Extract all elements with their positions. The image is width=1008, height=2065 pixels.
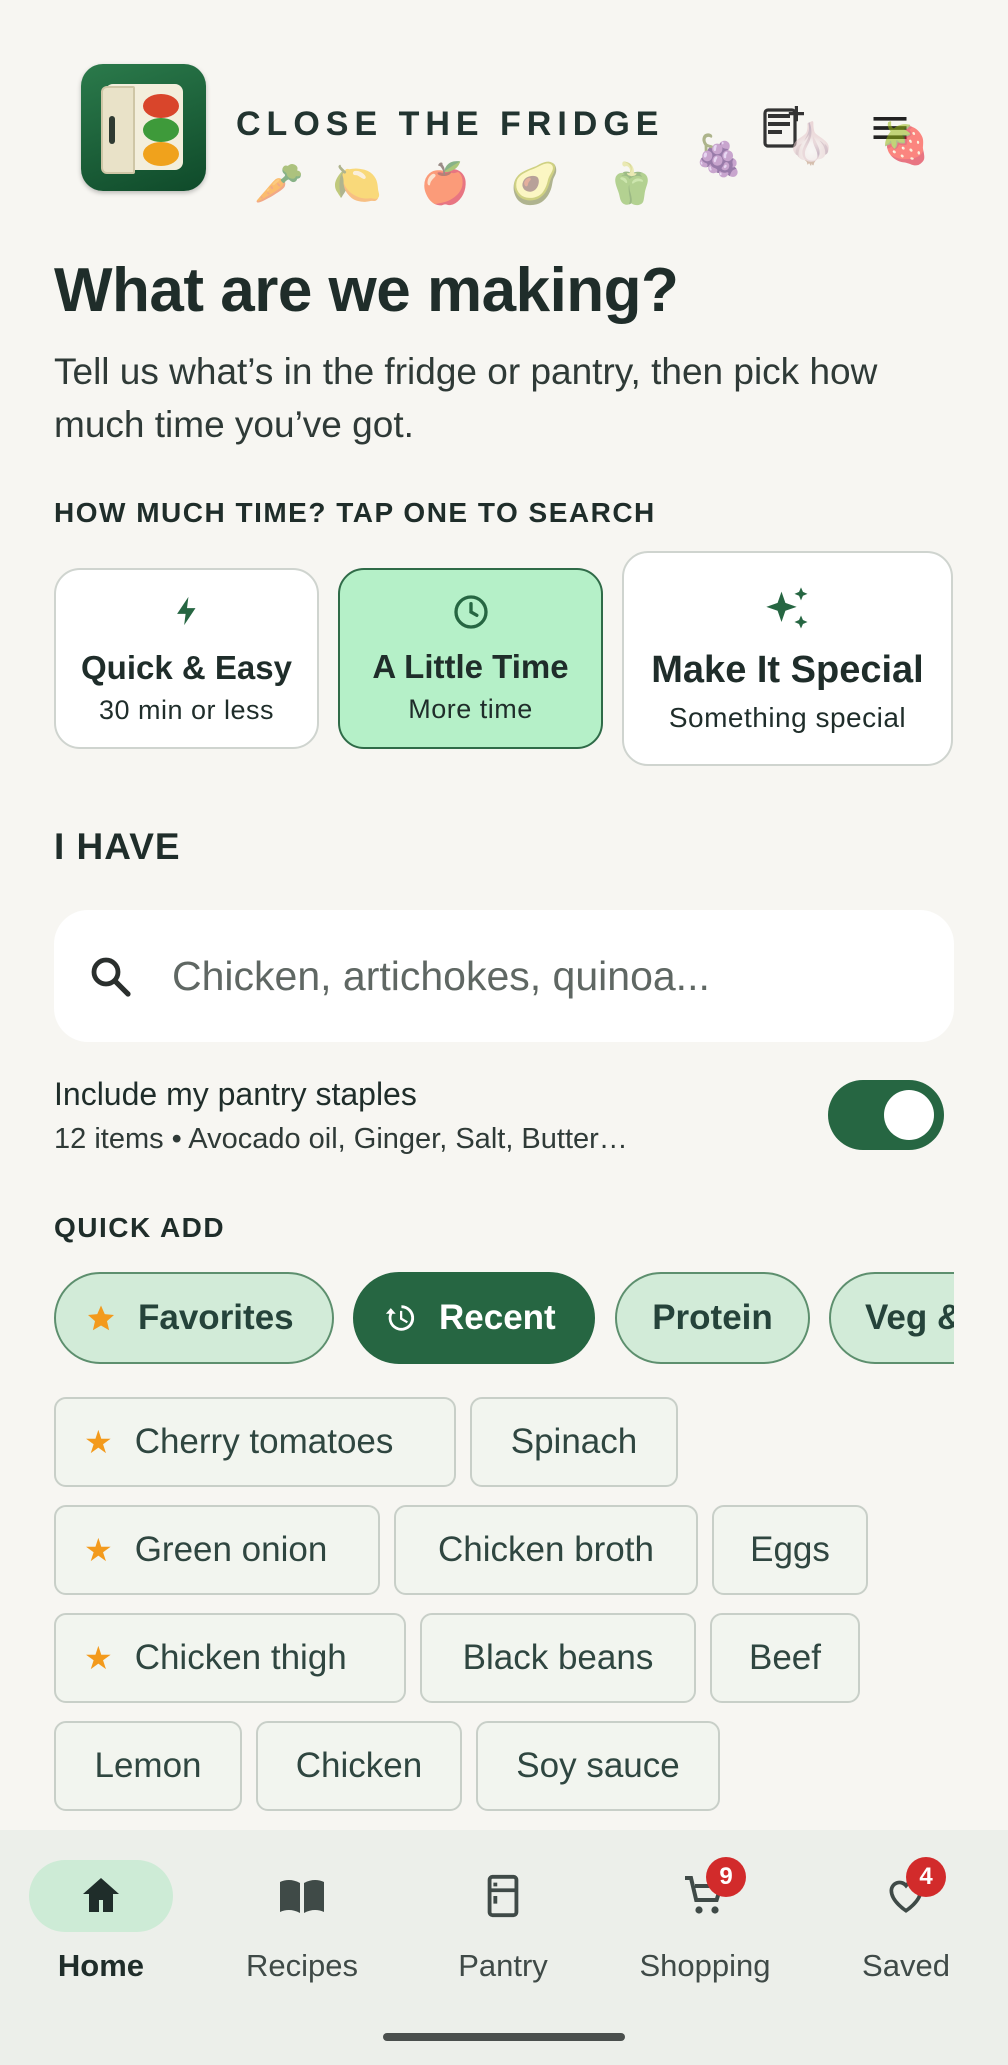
chip-beef[interactable]: Beef (710, 1613, 860, 1703)
chip-label: Beef (749, 1638, 821, 1677)
favorite-star-icon: ★ (84, 1532, 113, 1568)
book-icon (230, 1860, 374, 1932)
pantry-staples-detail: 12 items • Avocado oil, Ginger, Salt, Bu… (54, 1123, 628, 1155)
chip-black-beans[interactable]: Black beans (420, 1613, 696, 1703)
chip-chicken-broth[interactable]: Chicken broth (394, 1505, 698, 1595)
grapes-icon: 🍇 (694, 134, 744, 178)
apple-icon: 🍎 (420, 162, 470, 206)
chip-label: Black beans (462, 1638, 654, 1677)
time-option-label: Quick & Easy (81, 649, 292, 686)
filter-label: Favorites (138, 1298, 294, 1337)
filter-veg[interactable]: Veg & (829, 1272, 954, 1364)
chip-label: Cherry tomatoes (134, 1422, 394, 1461)
chip-cherry-tomatoes[interactable]: ★ Cherry tomatoes (54, 1397, 456, 1487)
nav-label: Home (57, 1948, 145, 1983)
favorite-star-icon: ★ (84, 1424, 113, 1460)
time-option-label: Make It Special (651, 649, 924, 691)
nav-saved[interactable]: 4 Saved (806, 1830, 1006, 1990)
chip-label: Lemon (94, 1746, 202, 1785)
ingredient-search-box[interactable] (54, 910, 954, 1042)
pepper-icon: 🫑 (606, 162, 656, 206)
nav-home[interactable]: Home (1, 1830, 201, 1990)
nav-label: Recipes (246, 1948, 358, 1983)
home-icon (29, 1860, 173, 1932)
chip-eggs[interactable]: Eggs (712, 1505, 868, 1595)
chip-green-onion[interactable]: ★ Green onion (54, 1505, 380, 1595)
strawberry-icon: 🍓 (880, 122, 930, 166)
greens-icon (143, 118, 179, 142)
page-subtitle: Tell us what’s in the fridge or pantry, … (54, 351, 878, 445)
nav-shopping[interactable]: 9 Shopping (605, 1830, 805, 1990)
time-option-sub: More time (408, 694, 533, 724)
filter-label: Protein (652, 1298, 773, 1337)
time-option-little[interactable]: A Little Time More time (338, 568, 603, 749)
filter-row: Favorites Recent Protein Veg & (0, 1260, 954, 1380)
time-option-quick[interactable]: Quick & Easy 30 min or less (54, 568, 319, 749)
filter-protein[interactable]: Protein (615, 1272, 810, 1364)
chip-label: Eggs (750, 1530, 830, 1569)
pepper-icon (143, 142, 179, 166)
cart-icon (633, 1860, 777, 1932)
chip-label: Soy sauce (516, 1746, 680, 1785)
nav-label: Saved (862, 1948, 950, 1983)
bolt-icon (176, 596, 195, 626)
time-option-special[interactable]: Make It Special Something special (622, 551, 953, 766)
chip-soy-sauce[interactable]: Soy sauce (476, 1721, 720, 1811)
page-title: What are we making? (54, 256, 679, 325)
chip-lemon[interactable]: Lemon (54, 1721, 242, 1811)
saved-count-badge: 4 (906, 1857, 946, 1897)
fridge-door (101, 86, 135, 174)
history-icon (383, 1301, 417, 1335)
pantry-staples-toggle[interactable] (828, 1080, 944, 1150)
clock-icon (453, 595, 488, 629)
home-indicator (383, 2033, 625, 2041)
chip-label: Chicken broth (438, 1530, 654, 1569)
toggle-knob (884, 1090, 934, 1140)
filter-favorites[interactable]: Favorites (54, 1272, 334, 1364)
chip-label: Chicken (295, 1746, 423, 1785)
chip-label: Spinach (510, 1422, 638, 1461)
filter-label: Veg & (865, 1298, 954, 1337)
nav-label: Pantry (458, 1948, 548, 1983)
garlic-icon: 🧄 (786, 122, 836, 166)
favorite-star-icon: ★ (84, 1640, 113, 1676)
time-section-label: HOW MUCH TIME? TAP ONE TO SEARCH (54, 497, 656, 528)
pantry-staples-title: Include my pantry staples (54, 1076, 417, 1112)
nav-recipes[interactable]: Recipes (202, 1830, 402, 1990)
lemon-icon: 🍋 (332, 162, 382, 206)
chip-label: Chicken thigh (134, 1638, 347, 1677)
time-option-sub: 30 min or less (98, 695, 275, 725)
ingredients-label: I HAVE (54, 826, 181, 867)
chip-chicken[interactable]: Chicken (256, 1721, 462, 1811)
nav-pantry[interactable]: Pantry (403, 1830, 603, 1990)
time-option-label: A Little Time (372, 648, 569, 685)
fridge-icon (431, 1860, 575, 1932)
carrot-icon: 🥕 (254, 162, 304, 206)
sparkle-icon (765, 587, 807, 629)
chip-label: Green onion (134, 1530, 328, 1569)
star-icon (86, 1303, 116, 1333)
quick-add-label: QUICK ADD (54, 1212, 226, 1243)
ingredient-search-input[interactable] (170, 940, 934, 1012)
time-option-sub: Something special (668, 702, 907, 733)
chip-chicken-thigh[interactable]: ★ Chicken thigh (54, 1613, 406, 1703)
chip-spinach[interactable]: Spinach (470, 1397, 678, 1487)
shopping-count-badge: 9 (706, 1857, 746, 1897)
filter-recent[interactable]: Recent (353, 1272, 595, 1364)
avocado-icon: 🥑 (510, 162, 560, 206)
bottom-navigation: Home Recipes Pantry 9 Shopping 4 Saved (0, 1830, 1008, 2065)
nav-label: Shopping (639, 1948, 771, 1983)
search-icon (91, 957, 131, 997)
tomato-icon (143, 94, 179, 118)
filter-label: Recent (439, 1298, 556, 1337)
brand-title: CLOSE THE FRIDGE (236, 105, 665, 143)
app-logo[interactable] (81, 64, 206, 191)
